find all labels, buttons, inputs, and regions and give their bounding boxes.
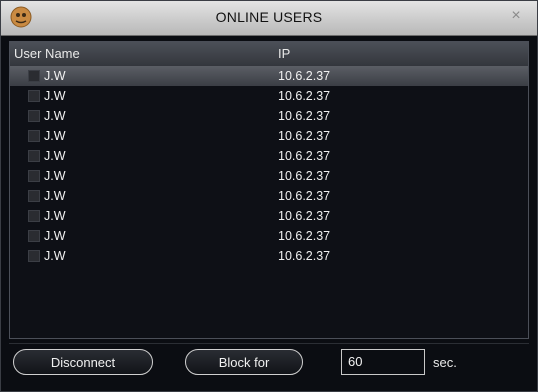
user-name-cell: J.W [44, 129, 66, 143]
row-checkbox[interactable] [28, 130, 40, 142]
user-name-cell: J.W [44, 169, 66, 183]
user-name-cell: J.W [44, 69, 66, 83]
close-icon[interactable]: × [507, 7, 525, 25]
ip-cell: 10.6.2.37 [278, 69, 331, 83]
table-row[interactable]: J.W 10.6.2.37 [10, 86, 528, 106]
table-row[interactable]: J.W 10.6.2.37 [10, 146, 528, 166]
table-row[interactable]: J.W 10.6.2.37 [10, 166, 528, 186]
ip-cell: 10.6.2.37 [278, 109, 331, 123]
user-name-cell: J.W [44, 149, 66, 163]
ip-cell: 10.6.2.37 [278, 129, 331, 143]
ip-cell: 10.6.2.37 [278, 209, 331, 223]
column-header-user-name[interactable]: User Name [14, 46, 80, 61]
row-checkbox[interactable] [28, 90, 40, 102]
ip-cell: 10.6.2.37 [278, 189, 331, 203]
table-row[interactable]: J.W 10.6.2.37 [10, 186, 528, 206]
title-bar: ONLINE USERS × [1, 1, 537, 36]
footer-divider [9, 343, 529, 344]
column-header-ip[interactable]: IP [278, 46, 290, 61]
table-row[interactable]: J.W 10.6.2.37 [10, 226, 528, 246]
block-duration-input[interactable]: 60 [341, 349, 425, 375]
user-name-cell: J.W [44, 109, 66, 123]
user-name-cell: J.W [44, 229, 66, 243]
row-checkbox[interactable] [28, 70, 40, 82]
user-rows: J.W 10.6.2.37 J.W 10.6.2.37 J.W 10.6.2.3… [10, 66, 528, 266]
row-checkbox[interactable] [28, 170, 40, 182]
online-users-list: User Name IP J.W 10.6.2.37 J.W 10.6.2.37… [9, 41, 529, 339]
ip-cell: 10.6.2.37 [278, 229, 331, 243]
row-checkbox[interactable] [28, 110, 40, 122]
ip-cell: 10.6.2.37 [278, 149, 331, 163]
block-for-button[interactable]: Block for [185, 349, 303, 375]
disconnect-button[interactable]: Disconnect [13, 349, 153, 375]
table-row[interactable]: J.W 10.6.2.37 [10, 126, 528, 146]
user-name-cell: J.W [44, 189, 66, 203]
table-row[interactable]: J.W 10.6.2.37 [10, 66, 528, 86]
user-name-cell: J.W [44, 249, 66, 263]
table-row[interactable]: J.W 10.6.2.37 [10, 246, 528, 266]
row-checkbox[interactable] [28, 150, 40, 162]
ip-cell: 10.6.2.37 [278, 169, 331, 183]
row-checkbox[interactable] [28, 230, 40, 242]
table-row[interactable]: J.W 10.6.2.37 [10, 106, 528, 126]
user-name-cell: J.W [44, 89, 66, 103]
table-row[interactable]: J.W 10.6.2.37 [10, 206, 528, 226]
row-checkbox[interactable] [28, 190, 40, 202]
window-title: ONLINE USERS [215, 9, 323, 25]
ip-cell: 10.6.2.37 [278, 89, 331, 103]
online-users-window: ONLINE USERS × User Name IP J.W 10.6.2.3… [0, 0, 538, 392]
ip-cell: 10.6.2.37 [278, 249, 331, 263]
user-name-cell: J.W [44, 209, 66, 223]
block-duration-unit: sec. [433, 355, 457, 370]
row-checkbox[interactable] [28, 250, 40, 262]
list-header: User Name IP [10, 42, 528, 67]
row-checkbox[interactable] [28, 210, 40, 222]
